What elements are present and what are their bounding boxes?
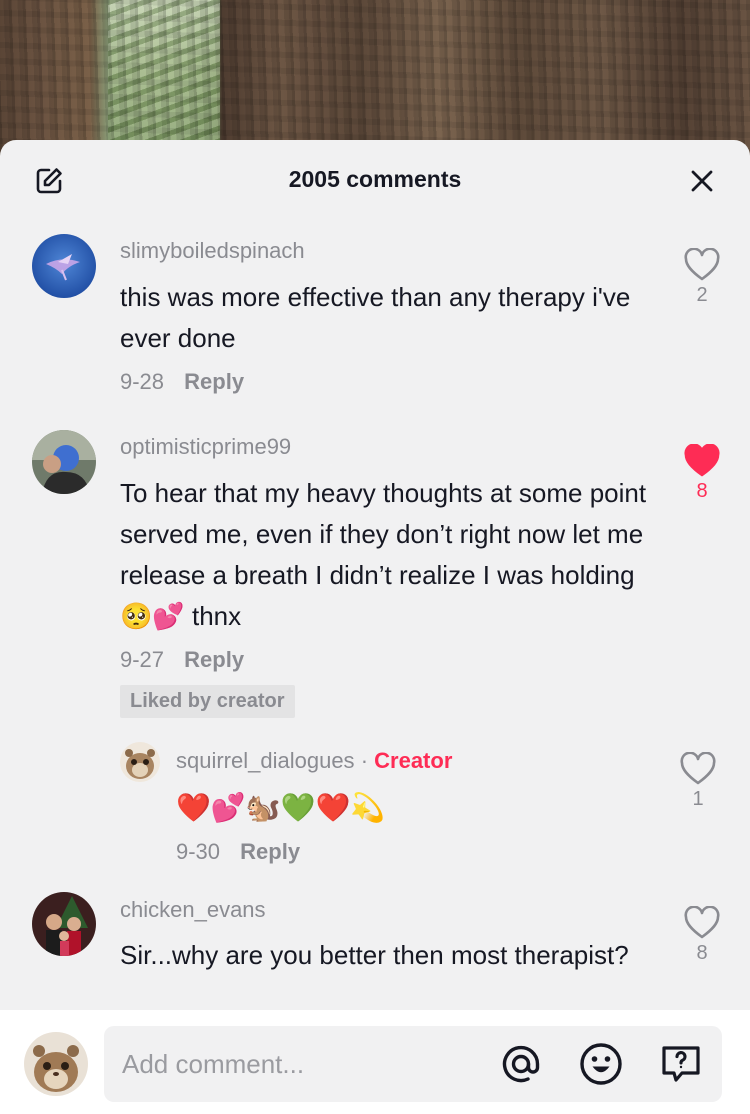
heart-icon [684, 444, 720, 477]
at-icon[interactable] [498, 1041, 544, 1087]
reply-username-line: squirrel_dialogues · Creator [176, 748, 452, 774]
question-icon[interactable] [658, 1041, 704, 1087]
reply-button[interactable]: Reply [240, 839, 300, 864]
like-count: 8 [696, 480, 708, 502]
comment-text: To hear that my heavy thoughts at some p… [120, 478, 647, 631]
reply-date: 9-30 [176, 839, 221, 864]
comment-text: this was more effective than any therapy… [120, 282, 631, 353]
like-button[interactable]: 2 [682, 248, 722, 307]
reply-text: ❤️💕🐿️💚❤️💫 [176, 792, 386, 823]
comments-count-title: 2005 comments [288, 166, 462, 192]
like-button[interactable]: 1 [678, 752, 718, 811]
like-count: 8 [696, 942, 708, 964]
comments-header: 2005 comments [0, 140, 750, 220]
heart-icon [684, 248, 720, 281]
liked-by-creator-badge: Liked by creator [120, 685, 295, 718]
reply-button[interactable]: Reply [184, 647, 244, 672]
comments-sheet: 2005 comments slimyboiledspinach this wa… [0, 140, 750, 1114]
close-icon[interactable] [688, 167, 716, 195]
comment-date: 9-27 [120, 647, 165, 672]
current-user-avatar [24, 1032, 88, 1096]
like-button[interactable]: 8 [682, 444, 722, 503]
like-count: 2 [696, 284, 708, 306]
emoji-icon[interactable] [578, 1041, 624, 1087]
reply-button[interactable]: Reply [184, 369, 244, 394]
video-background [0, 0, 750, 160]
reply-meta: 9-30 Reply [176, 839, 300, 865]
comment-username[interactable]: slimyboiledspinach [120, 238, 305, 264]
comment-input-bar [0, 1010, 750, 1114]
comment-username[interactable]: optimisticprime99 [120, 434, 291, 460]
comment-text: Sir...why are you better then most thera… [120, 940, 629, 970]
heart-icon [684, 906, 720, 939]
separator-dot: · [360, 748, 369, 773]
comment-username[interactable]: chicken_evans [120, 897, 266, 923]
background-tree-bark [0, 0, 750, 160]
reply-avatar[interactable] [120, 742, 160, 782]
like-button[interactable]: 8 [682, 906, 722, 965]
comment-input-box [104, 1026, 722, 1102]
avatar[interactable] [32, 892, 96, 956]
comment-meta: 9-27 Reply [120, 647, 244, 673]
comment-date: 9-28 [120, 369, 165, 394]
comment-meta: 9-28 Reply [120, 369, 244, 395]
comment-input[interactable] [122, 1044, 482, 1084]
avatar[interactable] [32, 234, 96, 298]
heart-icon [680, 752, 716, 785]
reply-username[interactable]: squirrel_dialogues [176, 748, 355, 773]
creator-tag: Creator [374, 748, 453, 773]
like-count: 1 [692, 788, 704, 810]
avatar[interactable] [32, 430, 96, 494]
